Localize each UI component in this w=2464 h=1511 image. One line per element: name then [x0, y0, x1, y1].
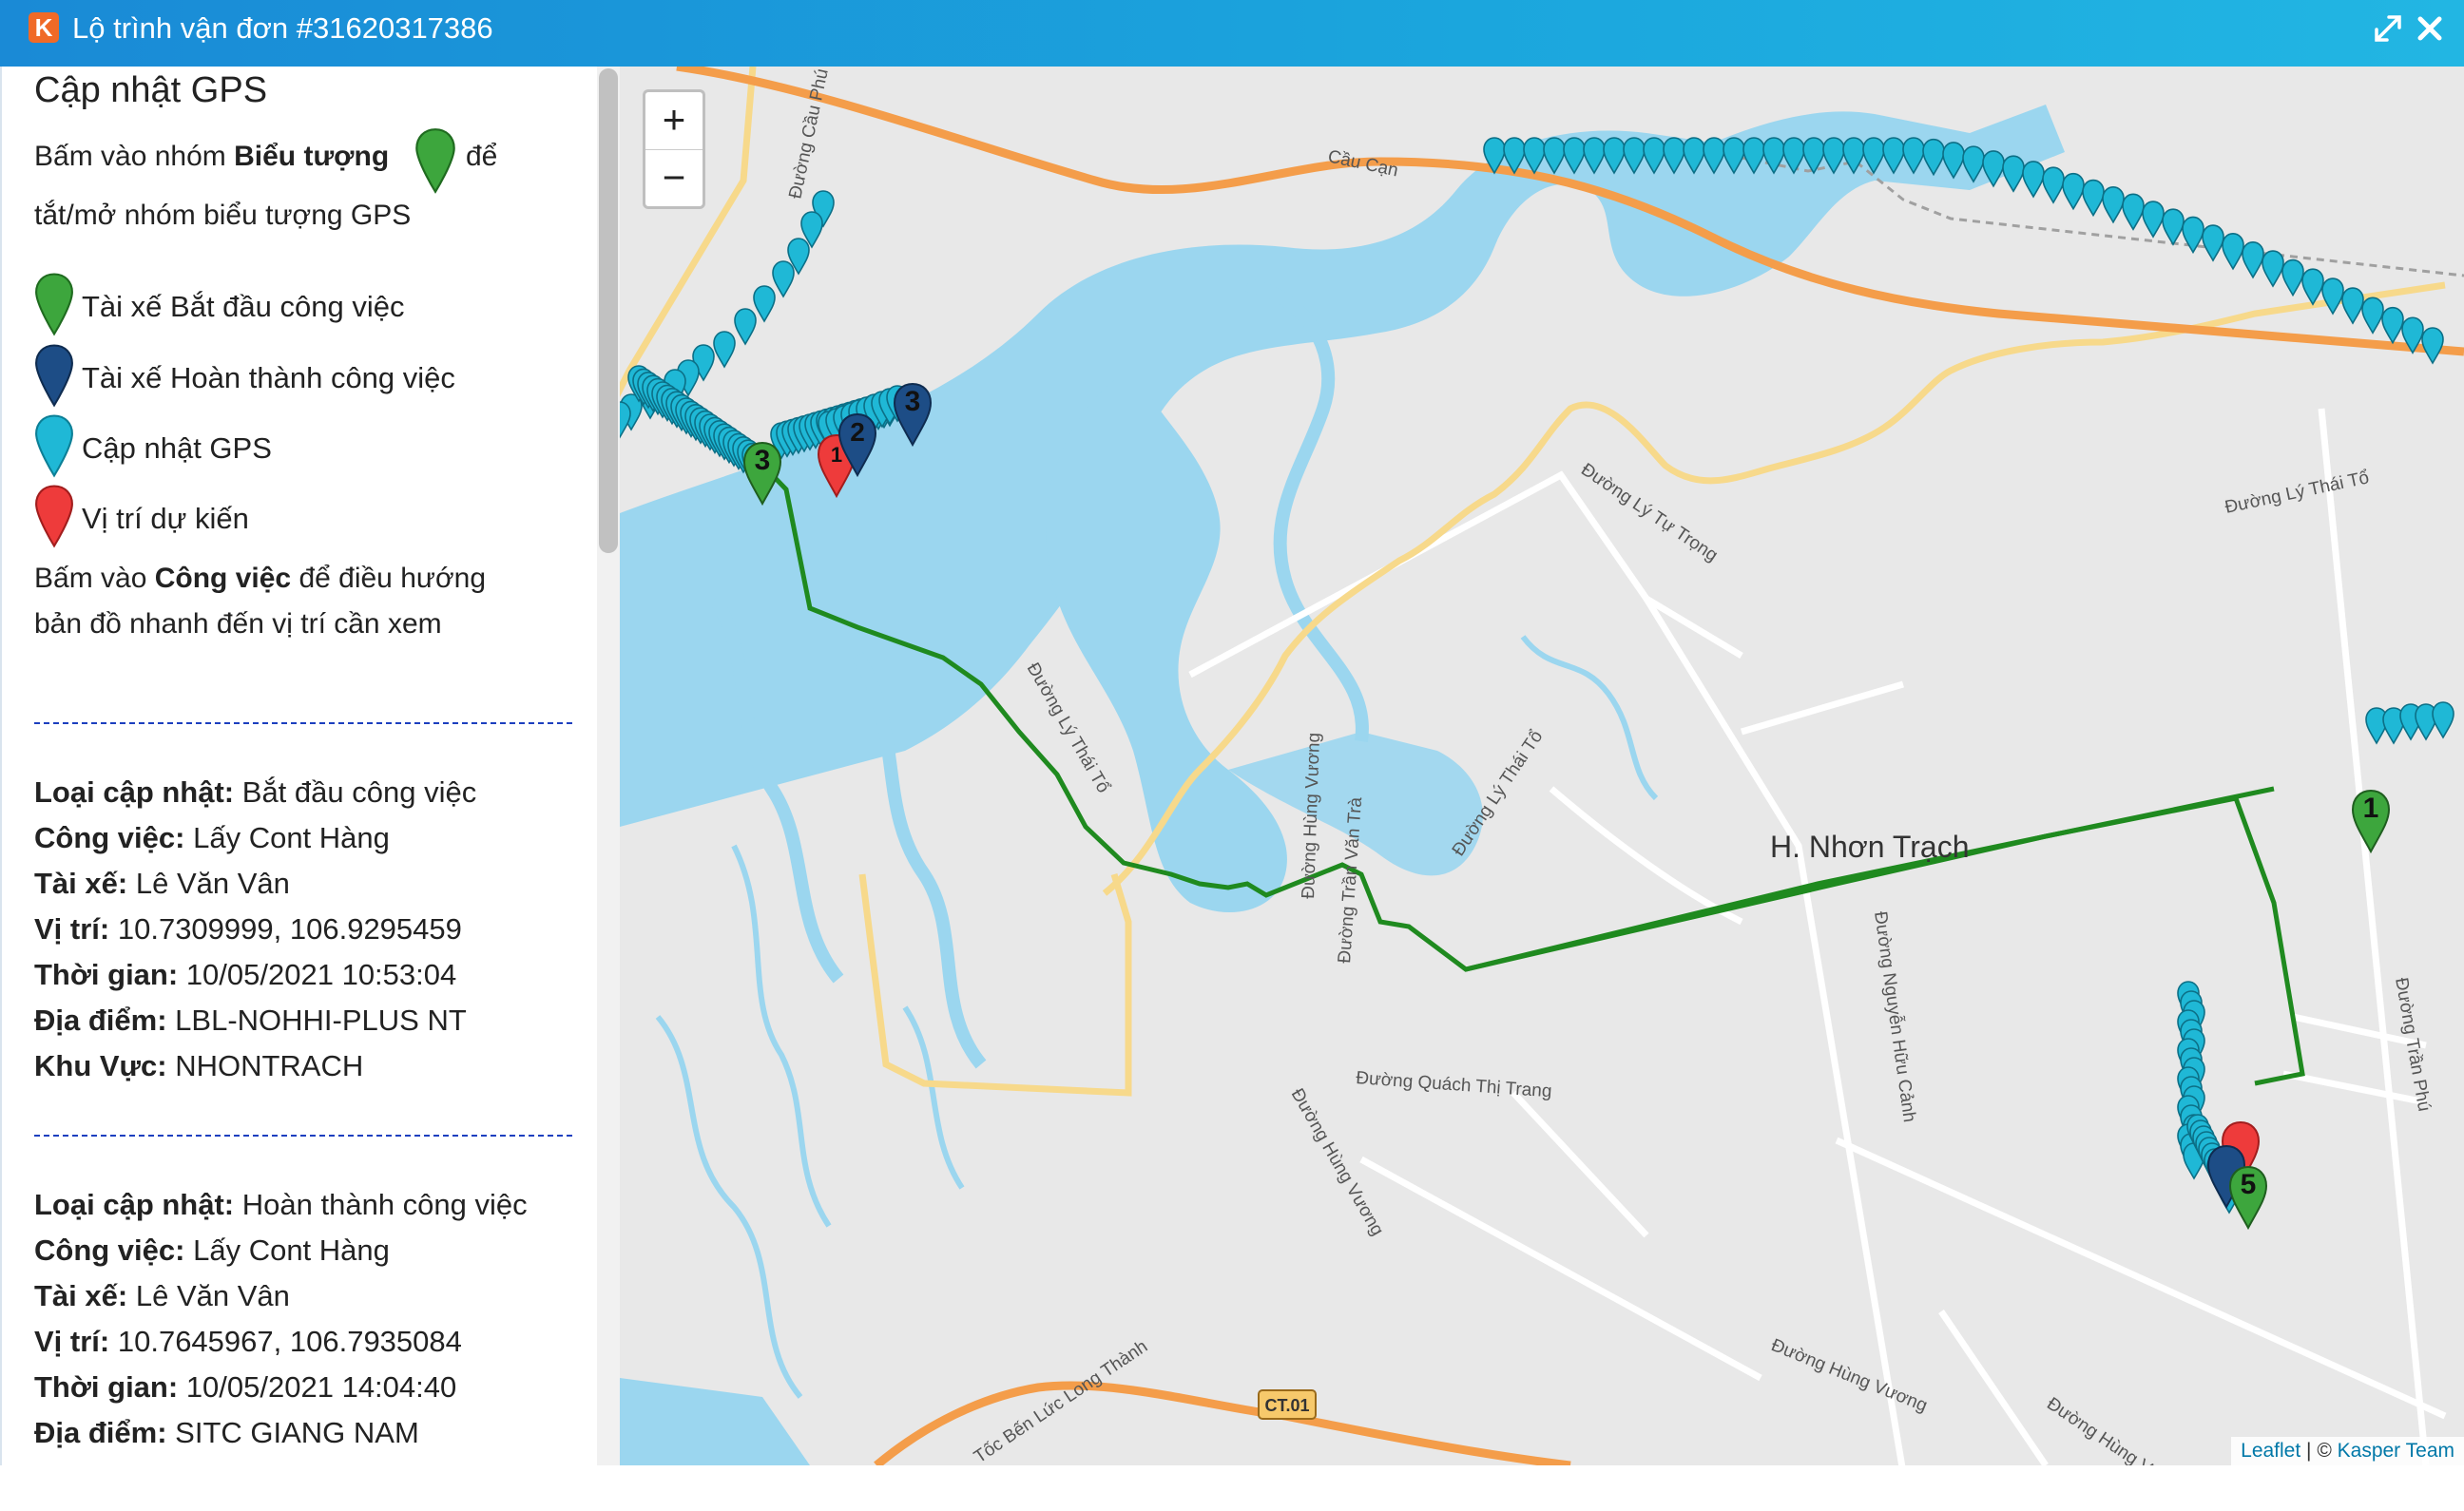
hint-post: để điều hướng	[291, 563, 487, 594]
marker-number: 2	[850, 417, 865, 447]
intro-post: để	[466, 141, 498, 172]
window-titlebar: K Lộ trình vận đơn #31620317386	[0, 0, 2464, 67]
field-label: Thời gian:	[34, 958, 179, 991]
navy-marker-icon	[35, 344, 73, 408]
map-attribution: Leaflet | © Kasper Team	[2231, 1437, 2464, 1465]
intro-bold: Biểu tượng	[234, 141, 390, 172]
hint-bold: Công việc	[154, 563, 292, 594]
intro-pre: Bấm vào nhóm	[34, 141, 235, 172]
route-map[interactable]: Cầu Cạn Đường Lý Tự Trọng Đường Lý Thái …	[620, 67, 2464, 1465]
zoom-in-button[interactable]: +	[645, 92, 703, 150]
gps-update-panel: Cập nhật GPS Bấm vào nhóm Biểu tượng để …	[0, 67, 599, 1511]
field-label: Loại cập nhật:	[34, 1188, 235, 1221]
district-label: H. Nhơn Trạch	[1770, 830, 1970, 864]
field-label: Thời gian:	[34, 1370, 179, 1404]
field-label: Khu Vực:	[34, 1049, 167, 1082]
intro-text: Bấm vào nhóm Biểu tượng	[34, 141, 389, 173]
marker-number: 1	[2363, 793, 2379, 824]
place-name: SITC GIANG NAM	[175, 1416, 419, 1449]
update-type: Hoàn thành công việc	[241, 1188, 528, 1221]
zoom-out-button[interactable]: −	[645, 150, 703, 206]
marker-number: 1	[831, 443, 842, 467]
divider	[34, 1135, 572, 1137]
place-name: LBL-NOHHI-PLUS NT	[175, 1004, 467, 1037]
intro-line2: tắt/mở nhóm biểu tượng GPS	[34, 200, 412, 231]
bottom-margin	[0, 1465, 2464, 1511]
red-marker-icon	[35, 485, 73, 548]
map-canvas[interactable]: Cầu Cạn Đường Lý Tự Trọng Đường Lý Thái …	[620, 67, 2464, 1465]
legend-label: Tài xế Hoàn thành công việc	[82, 361, 455, 394]
field-label: Địa điểm:	[34, 1004, 167, 1037]
legend-label: Cập nhật GPS	[82, 431, 272, 465]
timestamp: 10/05/2021 14:04:40	[185, 1370, 457, 1404]
driver-name: Lê Văn Vân	[135, 1279, 290, 1312]
area-name: NHONTRACH	[175, 1049, 364, 1082]
update-entry-2[interactable]: Loại cập nhật: Hoàn thành công việc Công…	[34, 1182, 528, 1456]
marker-number: 5	[2241, 1169, 2257, 1200]
update-entry-1[interactable]: Loại cập nhật: Bắt đầu công việc Công vi…	[34, 770, 476, 1089]
hint-pre: Bấm vào	[34, 563, 155, 594]
field-label: Vị trí:	[34, 912, 110, 946]
ct01-label: CT.01	[1264, 1396, 1309, 1415]
attribution-separator: | ©	[2300, 1440, 2338, 1462]
green-marker-icon[interactable]	[414, 127, 456, 194]
divider	[34, 722, 572, 724]
field-label: Tài xế:	[34, 867, 128, 900]
field-label: Loại cập nhật:	[34, 775, 235, 809]
field-label: Vị trí:	[34, 1325, 110, 1358]
panel-heading: Cập nhật GPS	[34, 70, 268, 110]
hint-line2: bản đồ nhanh đến vị trí cần xem	[34, 608, 442, 640]
app-logo: K	[29, 12, 59, 43]
green-marker-icon	[35, 273, 73, 336]
panel-scrollbar-thumb[interactable]	[599, 68, 618, 553]
field-label: Công việc:	[34, 1234, 185, 1267]
expand-icon[interactable]	[2371, 11, 2405, 46]
timestamp: 10/05/2021 10:53:04	[185, 958, 457, 991]
job-name: Lấy Cont Hàng	[193, 1234, 390, 1267]
ct01-shield: CT.01	[1258, 1389, 1317, 1420]
update-type: Bắt đầu công việc	[241, 775, 477, 809]
job-name: Lấy Cont Hàng	[193, 821, 390, 854]
zoom-control[interactable]: + −	[643, 89, 705, 209]
field-label: Công việc:	[34, 821, 185, 854]
kasper-team-link[interactable]: Kasper Team	[2338, 1440, 2454, 1462]
cyan-marker-icon	[35, 414, 73, 478]
hint-text: Bấm vào Công việc để điều hướng	[34, 563, 486, 595]
position: 10.7645967, 106.7935084	[117, 1325, 462, 1358]
legend-label: Vị trí dự kiến	[82, 502, 249, 535]
position: 10.7309999, 106.9295459	[117, 912, 462, 946]
close-icon[interactable]	[2413, 11, 2447, 46]
leaflet-link[interactable]: Leaflet	[2241, 1440, 2300, 1462]
marker-number: 3	[755, 445, 771, 476]
field-label: Địa điểm:	[34, 1416, 167, 1449]
marker-number: 3	[905, 386, 921, 417]
field-label: Tài xế:	[34, 1279, 128, 1312]
legend-label: Tài xế Bắt đầu công việc	[82, 290, 405, 323]
driver-name: Lê Văn Vân	[135, 867, 290, 900]
window-title: Lộ trình vận đơn #31620317386	[72, 11, 493, 45]
